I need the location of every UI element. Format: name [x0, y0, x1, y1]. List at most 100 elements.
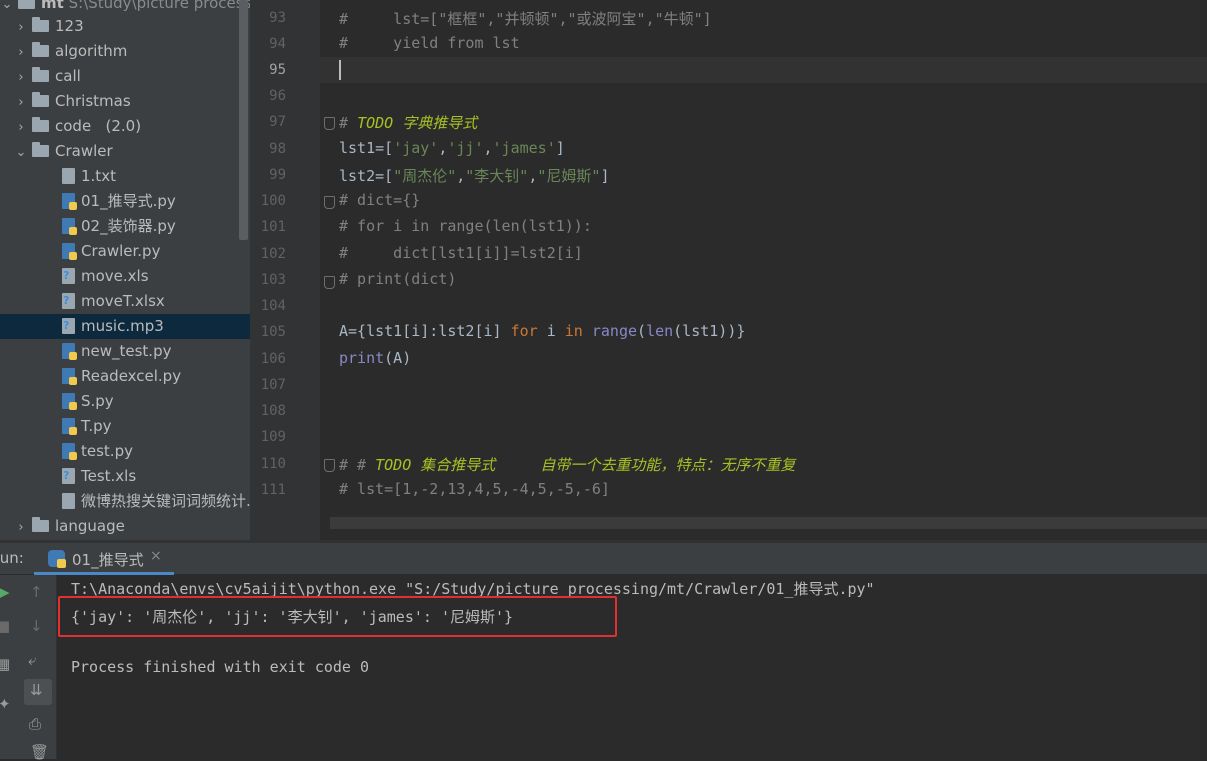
code-line-93[interactable]: # lst=["框框","并顿顿","或波阿宝","牛顿"]: [339, 8, 712, 29]
code-line-100[interactable]: # dict={}: [339, 191, 420, 209]
run-tab-title: 01_推导式: [72, 551, 144, 569]
highlight-annotation-box: [58, 596, 617, 637]
folder-icon: [32, 42, 49, 57]
arrow-up-icon[interactable]: ↑: [30, 583, 43, 601]
rerun-icon[interactable]: ▶: [0, 583, 10, 601]
chevron-right-icon[interactable]: ›: [14, 115, 28, 140]
code-line-99[interactable]: lst2=["周杰伦","李大钊","尼姆斯"]: [339, 165, 609, 186]
code-line-101[interactable]: # for i in range(len(lst1)):: [339, 217, 592, 235]
folder-icon: [32, 67, 49, 82]
print-icon[interactable]: ⎙: [29, 715, 41, 733]
unknown-file-icon: [62, 263, 75, 288]
line-number: 100: [260, 193, 286, 209]
unknown-file-icon: [62, 463, 75, 488]
folder-icon: [32, 142, 49, 157]
line-number: 98: [269, 141, 286, 157]
chevron-right-icon[interactable]: ›: [14, 40, 28, 65]
file-item[interactable]: move.xls: [62, 263, 149, 289]
code-line-97[interactable]: # TODO 字典推导式: [339, 112, 477, 133]
line-number: 104: [260, 298, 286, 314]
code-line-105[interactable]: A={lst1[i]:lst2[i] for i in range(len(ls…: [339, 322, 745, 340]
chevron-right-icon[interactable]: ›: [14, 15, 28, 40]
code-line-103[interactable]: # print(dict): [339, 270, 456, 288]
chevron-down-icon[interactable]: ⌄: [0, 0, 14, 17]
file-item[interactable]: test.py: [62, 439, 133, 464]
file-item[interactable]: 1.txt: [62, 164, 116, 189]
stop-icon[interactable]: ■: [0, 617, 10, 635]
file-item[interactable]: Crawler.py: [62, 239, 160, 264]
file-item-selected[interactable]: music.mp3: [0, 313, 250, 339]
trash-icon[interactable]: 🗑: [30, 743, 49, 761]
code-line-94[interactable]: # yield from lst: [339, 34, 520, 52]
file-item[interactable]: new_test.py: [62, 339, 171, 364]
folder-call[interactable]: › call: [14, 64, 81, 89]
chevron-right-icon[interactable]: ›: [14, 65, 28, 90]
python-file-icon: [62, 443, 77, 460]
file-item[interactable]: 02_装饰器.py: [62, 214, 176, 239]
unknown-file-icon: [62, 288, 75, 313]
file-item[interactable]: S.py: [62, 389, 114, 414]
code-line-111[interactable]: # lst=[1,-2,13,4,5,-4,5,-5,-6]: [339, 480, 610, 498]
code-line-106[interactable]: print(A): [339, 349, 411, 367]
chevron-right-icon[interactable]: ›: [14, 90, 28, 115]
project-tree[interactable]: ⌄ mt S:\Study\picture processi › 123 › algo…: [0, 0, 250, 540]
folder-icon: [32, 17, 49, 32]
editor-horizontal-scrollbar[interactable]: [330, 517, 1207, 529]
line-number: 93: [269, 10, 286, 26]
pin-icon[interactable]: ✦: [0, 695, 11, 713]
python-file-icon: [62, 368, 77, 385]
line-number: 111: [260, 482, 286, 498]
line-number: 97: [269, 114, 286, 130]
python-file-icon: [62, 218, 77, 235]
text-file-icon: [62, 168, 75, 184]
chevron-right-icon[interactable]: ›: [14, 515, 28, 540]
run-toolbar-left: ▶ ■ ▦ ✦: [0, 575, 24, 759]
run-label: Run:: [0, 549, 24, 567]
file-item[interactable]: Readexcel.py: [62, 364, 181, 389]
text-caret: [339, 60, 341, 80]
line-number: 103: [260, 272, 286, 288]
folder-algorithm[interactable]: › algorithm: [14, 39, 127, 64]
folder-icon: [18, 0, 35, 9]
line-number: 99: [269, 167, 286, 183]
python-file-icon: [62, 343, 77, 360]
line-number: 96: [269, 88, 286, 104]
line-number: 108: [260, 403, 286, 419]
folder-christmas[interactable]: › Christmas: [14, 89, 131, 114]
line-number: 110: [260, 456, 286, 472]
chevron-down-icon[interactable]: ⌄: [14, 140, 28, 165]
code-line-110[interactable]: # # TODO 集合推导式 自带一个去重功能，特点：无序不重复: [339, 454, 795, 475]
close-icon[interactable]: ×: [150, 548, 162, 564]
line-number: 102: [260, 246, 286, 262]
arrow-down-icon[interactable]: ↓: [30, 617, 43, 635]
folder-icon: [32, 517, 49, 532]
run-toolbar-right: ↑ ↓ ⤶ ⇊ ⎙ 🗑: [24, 575, 57, 761]
soft-wrap-icon[interactable]: ⤶: [28, 651, 36, 669]
folder-crawler[interactable]: ⌄ Crawler: [14, 139, 113, 164]
python-file-icon: [62, 393, 77, 410]
project-name: mt: [41, 0, 64, 12]
python-icon: [48, 550, 66, 568]
console-exit-line: Process finished with exit code 0: [71, 658, 370, 676]
line-number: 105: [260, 324, 286, 340]
layout-icon[interactable]: ▦: [0, 655, 10, 673]
file-item[interactable]: 微博热搜关键词词频统计.: [62, 489, 250, 514]
code-line-102[interactable]: # dict[lst1[i]]=lst2[i]: [339, 244, 583, 262]
line-number: 106: [260, 351, 286, 367]
file-item[interactable]: Test.xls: [62, 463, 136, 489]
run-tool-header: [0, 543, 1207, 574]
text-file-icon: [62, 493, 75, 509]
tree-scrollbar[interactable]: [239, 0, 248, 240]
folder-code[interactable]: › code (2.0): [14, 114, 141, 139]
folder-icon: [32, 92, 49, 107]
code-line-98[interactable]: lst1=['jay','jj','james']: [339, 139, 565, 157]
python-file-icon: [62, 418, 77, 435]
line-number: 107: [260, 377, 286, 393]
folder-123[interactable]: › 123: [14, 14, 84, 39]
project-path: S:\Study\picture processi: [68, 0, 250, 12]
folder-language[interactable]: › language: [14, 514, 125, 539]
file-item[interactable]: moveT.xlsx: [62, 288, 165, 314]
file-item[interactable]: 01_推导式.py: [62, 189, 176, 214]
python-file-icon: [62, 243, 77, 260]
file-item[interactable]: T.py: [62, 414, 112, 439]
